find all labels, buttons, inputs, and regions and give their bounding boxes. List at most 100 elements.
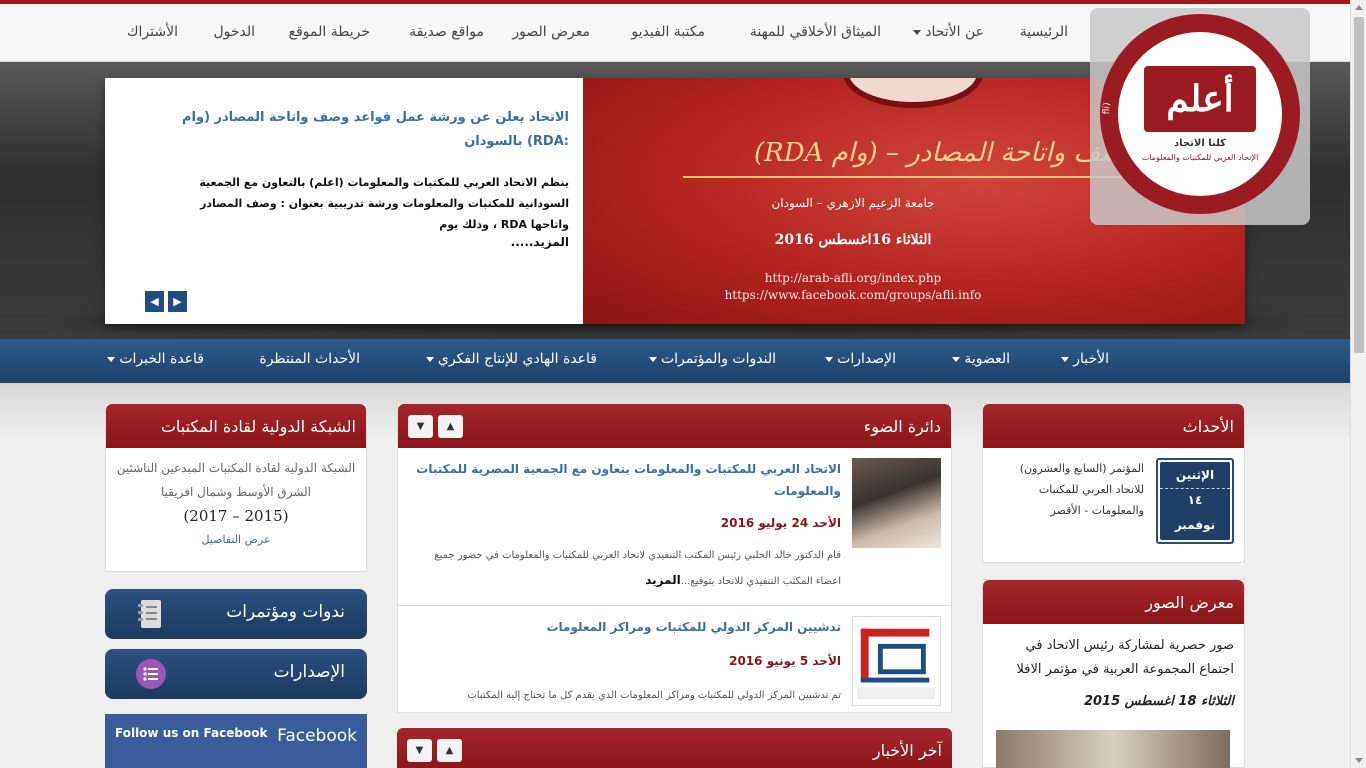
top-nav-friends[interactable]: مواقع صديقة [409, 24, 484, 40]
slide-image-date: الثلاثاء 16اغسطس 2016 [774, 232, 932, 248]
network-line-1: الشبكة الدولية لقادة المكتبات المبدعين ا… [116, 461, 356, 475]
gallery-date: الثلاثاء 18 اغسطس 2015 [1083, 694, 1234, 709]
spotlight-thumb[interactable] [852, 458, 941, 548]
scroll-down-icon[interactable] [1355, 758, 1363, 763]
slide-image-rule [683, 176, 1143, 178]
events-panel: الأحداث الإثنين ١٤ نوفمبر المؤتمر (الساب… [982, 403, 1245, 563]
spotlight-item: تدشيين المركز الدولي للمكتبات ومراكز الم… [398, 606, 951, 712]
slide-image-url-1: http://arab-afli.org/index.php [764, 271, 942, 285]
spotlight-up-button[interactable]: ▲ [438, 414, 463, 438]
logo-tagline: كلنا الاتحاد [1174, 138, 1226, 149]
top-nav-login[interactable]: الدخول [213, 24, 255, 40]
slide-image-venue: جامعة الزعيم الازهري – السودان [771, 196, 935, 210]
event-date-badge[interactable]: الإثنين ١٤ نوفمبر [1156, 458, 1234, 544]
spotlight-item-title[interactable]: تدشيين المركز الدولي للمكتبات ومراكز الم… [408, 616, 841, 638]
slide-image-url-2: https://www.facebook.com/groups/afli.inf… [724, 288, 982, 302]
event-month: نوفمبر [1160, 510, 1230, 540]
triangle-down-icon: ▼ [416, 420, 425, 432]
spotlight-down-button[interactable]: ▼ [408, 414, 433, 438]
spotlight-title: دائرة الضوء [863, 416, 941, 436]
spotlight-item-date: الأحد 5 يونيو 2016 [729, 654, 841, 668]
gallery-panel: معرض الصور صور حصرية لمشاركة رئيس الاتحا… [982, 579, 1245, 768]
main-nav-hadi-db[interactable]: قاعدة الهادي للإنتاج الفكري [426, 351, 597, 367]
network-header: الشبكة الدولية لقادة المكتبات [106, 404, 366, 448]
main-nav: الأخبار العضوية الإصدارات الندوات والمؤت… [0, 339, 1350, 383]
top-nav-about[interactable]: عن الأتحاد [913, 24, 984, 40]
seminars-card-label: ندوات ومؤتمرات [226, 602, 345, 622]
seminars-card[interactable]: ندوات ومؤتمرات [105, 589, 367, 639]
latest-news-down-button[interactable]: ▼ [407, 738, 432, 762]
event-description[interactable]: المؤتمر (السابع والعشرون) للاتحاد العربي… [994, 458, 1144, 521]
top-nav-video[interactable]: مكتبة الفيديو [631, 24, 705, 40]
main-nav-news[interactable]: الأخبار [1061, 351, 1109, 367]
slider-arrows: ◀ ▶ [145, 291, 187, 312]
news-slider: وصف واتاحة المصادر – (وام RDA) جامعة الز… [105, 78, 1245, 324]
slider-prev-button[interactable]: ◀ [145, 291, 164, 312]
page-scrollbar[interactable] [1350, 0, 1366, 768]
latest-news-panel: آخر الأخبار ▼ ▲ [397, 728, 952, 768]
gallery-header: معرض الصور [983, 580, 1244, 624]
list-icon [136, 659, 166, 689]
slide-body: ينظم الاتحاد العربي للمكتبات والمعلومات … [199, 176, 569, 231]
latest-news-scroll-controls: ▼ ▲ [407, 738, 462, 762]
top-nav-subscribe[interactable]: الأشتراك [127, 24, 178, 40]
main-nav-publications[interactable]: الإصدارات [825, 351, 896, 367]
spotlight-more-link[interactable]: المزيد [645, 573, 681, 587]
main-nav-upcoming[interactable]: الأحداث المنتظرة [259, 351, 360, 367]
slide-caption: الاتحاد يعلن عن ورشة عمل قواعد وصف واتاح… [105, 78, 583, 324]
spotlight-header: دائرة الضوء ▼ ▲ [398, 404, 951, 448]
facebook-title: Facebook [277, 726, 357, 746]
slide-image-heading: وصف واتاحة المصادر – (وام RDA) [754, 138, 1135, 168]
spotlight-scroll-controls: ▼ ▲ [408, 414, 463, 438]
main-nav-seminars[interactable]: الندوات والمؤتمرات [649, 351, 776, 367]
event-date-number: ١٤ [1160, 488, 1230, 510]
slider-next-button[interactable]: ▶ [168, 291, 187, 312]
triangle-down-icon: ▼ [415, 744, 424, 756]
spotlight-item-body: قام الدكتور خالد الحلبي رئيس المكتب التن… [408, 544, 841, 594]
arrow-right-icon: ▶ [173, 295, 182, 308]
events-header: الأحداث [983, 404, 1244, 448]
slide-more-link[interactable]: المزيد..... [175, 235, 569, 249]
scroll-up-icon[interactable] [1355, 5, 1363, 10]
latest-news-header: آخر الأخبار ▼ ▲ [397, 728, 952, 768]
network-years: (2015 – 2017) [183, 507, 289, 525]
events-title: الأحداث [1182, 416, 1234, 436]
top-nav-home[interactable]: الرئيسية [1020, 24, 1068, 40]
spotlight-item: الاتحاد العربي للمكتبات والمعلومات يتعاو… [398, 448, 951, 606]
gallery-caption[interactable]: صور حصرية لمشاركة رئيس الاتحاد في اجتماع… [993, 634, 1234, 682]
logo-ring-ar: الإتحاد العربي للمكتبات والمعلومات [1141, 153, 1259, 162]
latest-news-title: آخر الأخبار [872, 740, 942, 760]
spotlight-item-body: تم تدشيين المركز الدولي للمكتبات ومراكز … [467, 690, 841, 701]
scrollbar-thumb[interactable] [1354, 17, 1364, 353]
spotlight-item-text: قام الدكتور خالد الحلبي رئيس المكتب التن… [434, 550, 841, 587]
latest-news-up-button[interactable]: ▲ [437, 738, 462, 762]
network-title: الشبكة الدولية لقادة المكتبات [160, 416, 356, 436]
slide-title[interactable]: الاتحاد يعلن عن ورشة عمل قواعد وصف واتاح… [175, 106, 569, 154]
triangle-up-icon: ▲ [445, 744, 454, 756]
publications-card[interactable]: الإصدارات [105, 649, 367, 699]
gallery-title: معرض الصور [1145, 592, 1234, 612]
arrow-left-icon: ◀ [150, 295, 159, 308]
main-nav-expertise[interactable]: قاعدة الخبرات [107, 351, 204, 367]
main-nav-membership[interactable]: العضوية [952, 351, 1010, 367]
slide-logo-fragment [843, 78, 983, 108]
publications-card-label: الإصدارات [273, 662, 345, 682]
spotlight-thumb[interactable] [852, 616, 941, 706]
gallery-photo[interactable] [996, 730, 1230, 768]
network-panel: الشبكة الدولية لقادة المكتبات الشبكة الد… [105, 403, 367, 572]
top-nav-sitemap[interactable]: خريطة الموقع [289, 24, 370, 40]
facebook-widget: Facebook Follow us on Facebook [105, 714, 367, 768]
event-day: الإثنين [1160, 462, 1230, 488]
top-nav-gallery[interactable]: معرض الصور [512, 24, 590, 40]
spotlight-item-title[interactable]: الاتحاد العربي للمكتبات والمعلومات يتعاو… [408, 458, 841, 502]
logo-mark: أعلم [1144, 66, 1256, 132]
network-details-link[interactable]: عرض التفاصيل [106, 528, 366, 552]
facebook-follow-link[interactable]: Follow us on Facebook [115, 726, 267, 740]
triangle-up-icon: ▲ [446, 420, 455, 432]
network-line-2: الشرق الأوسط وشمال افريقيا [160, 485, 312, 499]
site-logo[interactable]: Arab Federation For Libraries And Inform… [1090, 8, 1310, 225]
spotlight-item-date: الأحد 24 يوليو 2016 [720, 516, 841, 530]
spotlight-panel: دائرة الضوء ▼ ▲ الاتحاد العربي للمكتبات … [397, 403, 952, 713]
document-icon [138, 600, 161, 628]
top-nav-ethics[interactable]: الميثاق الأخلاقي للمهنة [750, 24, 881, 40]
